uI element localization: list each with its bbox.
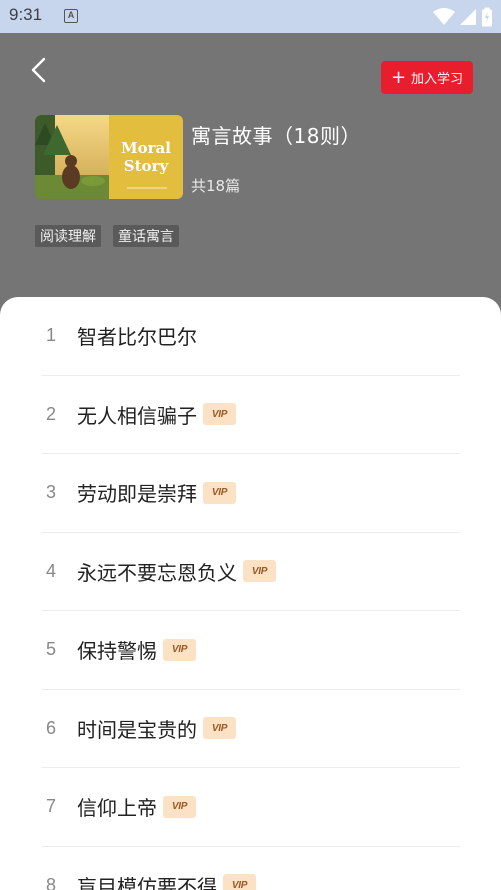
story-list: 1 智者比尔巴尔 2 无人相信骗子 VIP 3 劳动即是崇拜 VIP 4 永远不… [42, 297, 460, 890]
list-item[interactable]: 2 无人相信骗子 VIP [42, 376, 460, 454]
vip-badge: VIP [163, 795, 196, 818]
item-number: 2 [46, 403, 57, 424]
vip-badge: VIP [203, 717, 236, 740]
tag[interactable]: 阅读理解 [35, 225, 101, 247]
cover-text-line2: Story [124, 157, 170, 175]
add-study-button[interactable]: + 加入学习 [381, 61, 473, 94]
wifi-icon [433, 8, 455, 25]
vip-badge: VIP [203, 481, 236, 504]
item-title: 时间是宝贵的 [77, 717, 197, 742]
status-time: 9:31 [9, 5, 43, 24]
vip-badge: VIP [223, 874, 256, 890]
list-item[interactable]: 3 劳动即是崇拜 VIP [42, 454, 460, 533]
story-list-sheet: 1 智者比尔巴尔 2 无人相信骗子 VIP 3 劳动即是崇拜 VIP 4 永远不… [0, 297, 501, 890]
item-number: 5 [46, 639, 57, 660]
item-title: 劳动即是崇拜 [77, 482, 197, 507]
signal-icon [460, 9, 476, 25]
book-count: 共18篇 [191, 177, 241, 195]
item-number: 1 [46, 325, 57, 346]
item-number: 7 [46, 796, 57, 817]
add-study-label: 加入学习 [411, 72, 464, 87]
book-header: + 加入学习 Moral Story 寓言故事（18则） 共18篇 阅读理解 童… [0, 33, 501, 313]
item-number: 8 [46, 874, 57, 890]
item-title: 保持警惕 [77, 639, 157, 664]
plus-icon: + [390, 66, 407, 88]
item-title: 信仰上帝 [77, 796, 157, 821]
list-item[interactable]: 7 信仰上帝 VIP [42, 768, 460, 847]
vip-badge: VIP [163, 638, 196, 661]
cover-text-line1: Moral [121, 139, 171, 157]
book-cover[interactable]: Moral Story [35, 115, 183, 199]
a-icon: A [64, 9, 78, 23]
status-icons [433, 6, 493, 28]
item-title: 无人相信骗子 [77, 403, 197, 428]
item-title: 智者比尔巴尔 [77, 325, 197, 350]
status-bar: 9:31 A [0, 0, 501, 33]
tag[interactable]: 童话寓言 [113, 225, 179, 247]
tag-list: 阅读理解 童话寓言 [35, 225, 179, 247]
item-number: 6 [46, 717, 57, 738]
book-title: 寓言故事（18则） [191, 124, 361, 148]
item-title: 盲目模仿要不得 [77, 874, 217, 890]
item-title: 永远不要忘恩负义 [77, 560, 237, 585]
battery-icon [482, 7, 492, 27]
list-item[interactable]: 6 时间是宝贵的 VIP [42, 690, 460, 768]
list-item[interactable]: 5 保持警惕 VIP [42, 611, 460, 690]
list-item[interactable]: 4 永远不要忘恩负义 VIP [42, 533, 460, 611]
back-button[interactable] [26, 55, 52, 85]
vip-badge: VIP [203, 403, 236, 426]
chevron-left-icon [31, 57, 46, 83]
list-item[interactable]: 8 盲目模仿要不得 VIP [42, 847, 460, 890]
item-number: 4 [46, 560, 57, 581]
list-item[interactable]: 1 智者比尔巴尔 [42, 297, 460, 376]
vip-badge: VIP [243, 560, 276, 583]
item-number: 3 [46, 482, 57, 503]
